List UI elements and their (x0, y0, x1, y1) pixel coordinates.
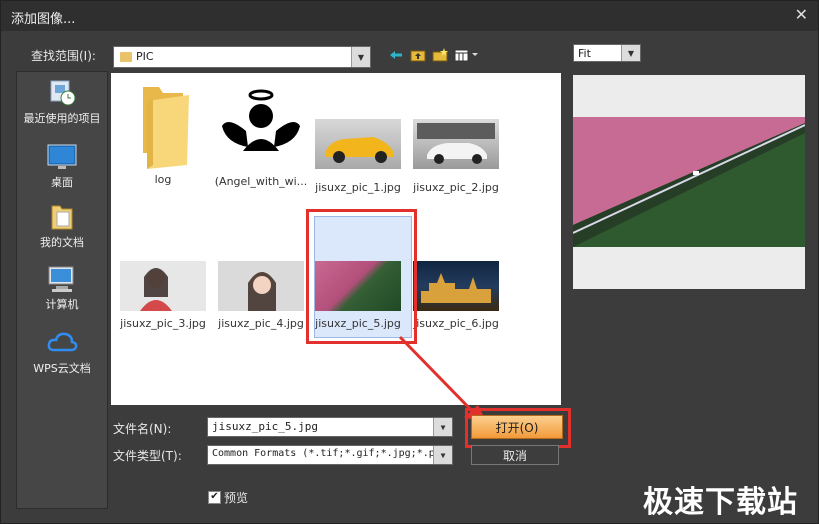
back-icon[interactable] (387, 47, 405, 63)
documents-icon (46, 202, 78, 232)
file-label: jisuxz_pic_1.jpg (315, 181, 401, 194)
annotation-highlight-file (306, 209, 417, 344)
watermark: 极速下载站 (643, 485, 798, 520)
open-button[interactable]: 打开(O) (471, 415, 563, 439)
chevron-down-icon[interactable]: ▼ (621, 45, 640, 61)
car-yellow-thumbnail (315, 119, 401, 169)
new-folder-icon[interactable] (431, 47, 449, 63)
lookin-value: PIC (136, 50, 154, 63)
filetype-value: Common Formats (*.tif;*.gif;*.jpg;*.p (212, 448, 435, 459)
file-label: jisuxz_pic_3.jpg (120, 317, 206, 330)
file-label: log (154, 173, 172, 186)
place-computer[interactable]: 计算机 (17, 264, 107, 312)
place-documents[interactable]: 我的文档 (17, 202, 107, 250)
add-image-dialog: 添加图像... ✕ 查找范围(I): PIC ▼ 最近使用的项目 桌面 我的文档… (0, 0, 819, 524)
computer-icon (46, 264, 78, 294)
folder-icon (133, 81, 193, 171)
file-item-pic4[interactable]: jisuxz_pic_4.jpg (213, 261, 309, 330)
close-icon[interactable]: ✕ (795, 5, 808, 24)
recent-icon (46, 78, 78, 108)
city-thumbnail (413, 261, 499, 311)
preview-checkbox[interactable]: ✔ (208, 491, 221, 504)
dialog-title: 添加图像... (11, 12, 76, 27)
cancel-button[interactable]: 取消 (471, 445, 559, 465)
file-item-pic6[interactable]: jisuxz_pic_6.jpg (408, 261, 504, 330)
lookin-label: 查找范围(I): (31, 49, 96, 63)
file-label: (Angel_with_wi... (214, 175, 308, 188)
filename-value: jisuxz_pic_5.jpg (212, 420, 318, 433)
preview-image (573, 117, 805, 247)
cloud-icon (46, 328, 78, 358)
filename-field[interactable]: jisuxz_pic_5.jpg ▼ (207, 417, 453, 437)
place-label: 桌面 (51, 176, 73, 189)
car-white-thumbnail (413, 119, 499, 169)
places-bar: 最近使用的项目 桌面 我的文档 计算机 WPS云文档 (16, 71, 108, 509)
folder-icon (120, 52, 132, 62)
chevron-down-icon[interactable]: ▼ (433, 446, 452, 464)
file-label: jisuxz_pic_2.jpg (413, 181, 499, 194)
place-wps-cloud[interactable]: WPS云文档 (17, 328, 107, 376)
chevron-down-icon[interactable]: ▼ (351, 47, 370, 67)
file-item-pic2[interactable]: jisuxz_pic_2.jpg (408, 119, 504, 194)
zoom-value: Fit (578, 47, 591, 60)
view-menu-icon[interactable] (453, 47, 481, 63)
place-label: 最近使用的项目 (23, 112, 101, 125)
title-bar: 添加图像... ✕ (1, 1, 818, 31)
preview-checkbox-label: 预览 (224, 491, 249, 505)
up-folder-icon[interactable] (409, 47, 427, 63)
file-item-pic3[interactable]: jisuxz_pic_3.jpg (115, 261, 211, 330)
chevron-down-icon[interactable]: ▼ (433, 418, 452, 436)
file-item-folder[interactable]: log (115, 81, 211, 186)
filetype-label: 文件类型(T): (113, 449, 182, 463)
desktop-icon (46, 142, 78, 172)
preview-pane (573, 75, 805, 289)
place-label: 计算机 (45, 298, 79, 311)
file-item-angel[interactable]: (Angel_with_wi... (213, 81, 309, 188)
angel-thumbnail (218, 81, 304, 167)
portrait-thumbnail (120, 261, 206, 311)
place-label: 我的文档 (40, 236, 84, 249)
zoom-combo[interactable]: Fit ▼ (573, 44, 641, 62)
place-label: WPS云文档 (33, 362, 91, 375)
portrait2-thumbnail (218, 261, 304, 311)
file-label: jisuxz_pic_4.jpg (218, 317, 304, 330)
filename-label: 文件名(N): (113, 422, 172, 436)
place-desktop[interactable]: 桌面 (17, 142, 107, 190)
place-recent[interactable]: 最近使用的项目 (17, 78, 107, 126)
lookin-combo[interactable]: PIC ▼ (113, 46, 371, 68)
file-item-pic1[interactable]: jisuxz_pic_1.jpg (310, 119, 406, 194)
file-label: jisuxz_pic_6.jpg (413, 317, 499, 330)
filetype-select[interactable]: Common Formats (*.tif;*.gif;*.jpg;*.p ▼ (207, 445, 453, 465)
